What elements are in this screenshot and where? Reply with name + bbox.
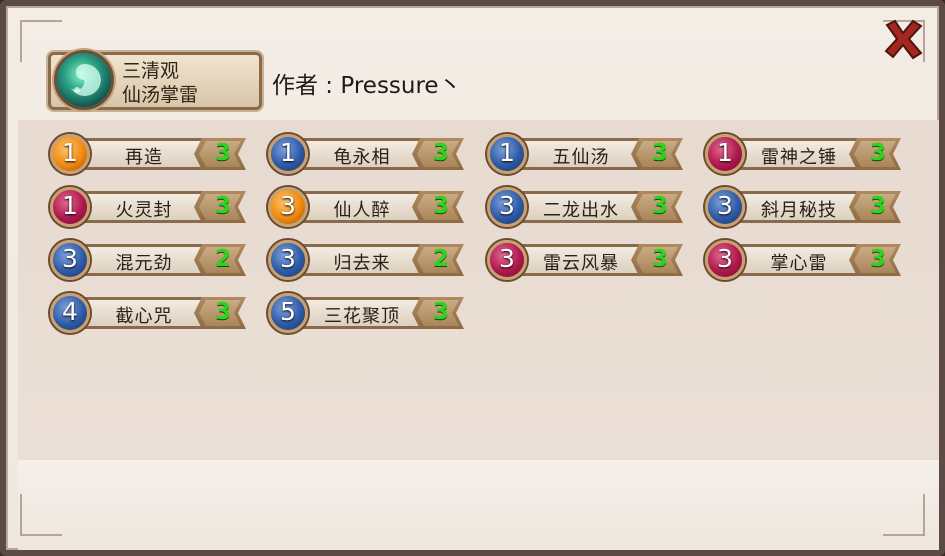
card-count: 3 [869, 246, 886, 272]
card-cost: 3 [717, 191, 733, 220]
card-entry[interactable]: 2 3 归去来 [260, 240, 464, 280]
panel-footer [18, 460, 939, 550]
card-cost: 3 [499, 191, 515, 220]
card-cost: 3 [280, 191, 296, 220]
card-cost: 4 [62, 297, 78, 326]
card-count: 3 [869, 140, 886, 166]
corner-ornament [883, 494, 925, 536]
card-name: 再造 [125, 147, 163, 168]
card-count: 3 [651, 193, 668, 219]
card-count: 3 [432, 193, 449, 219]
card-cost: 1 [62, 191, 78, 220]
class-name: 三清观 [122, 60, 180, 82]
card-name: 仙人醉 [333, 200, 391, 221]
card-cost: 3 [717, 244, 733, 273]
card-count: 3 [432, 140, 449, 166]
card-cost: 5 [280, 297, 296, 326]
card-entry[interactable]: 3 1 龟永相 [260, 134, 464, 174]
card-entry[interactable]: 3 3 掌心雷 [697, 240, 901, 280]
card-cost: 3 [280, 244, 296, 273]
card-count: 3 [214, 193, 231, 219]
card-entry[interactable]: 3 1 五仙汤 [479, 134, 683, 174]
card-cost: 3 [499, 244, 515, 273]
card-entry[interactable]: 3 4 截心咒 [42, 293, 246, 333]
card-cost: 1 [280, 138, 296, 167]
card-count: 3 [214, 140, 231, 166]
card-entry[interactable]: 3 1 再造 [42, 134, 246, 174]
card-entry[interactable]: 3 3 雷云风暴 [479, 240, 683, 280]
card-name: 五仙汤 [552, 147, 610, 168]
card-name: 截心咒 [115, 306, 173, 327]
card-count: 3 [651, 246, 668, 272]
card-cost: 1 [62, 138, 78, 167]
card-name: 归去来 [333, 253, 391, 274]
card-count: 3 [432, 299, 449, 325]
card-entry[interactable]: 3 1 雷神之锤 [697, 134, 901, 174]
card-name: 掌心雷 [770, 253, 828, 274]
card-count: 2 [432, 246, 449, 272]
card-name: 雷云风暴 [543, 253, 619, 274]
author-label: 作者 : Pressure丶 [272, 73, 462, 99]
card-cost: 1 [717, 138, 733, 167]
close-icon[interactable] [880, 18, 926, 60]
card-cost: 3 [62, 244, 78, 273]
card-name: 龟永相 [333, 147, 391, 168]
taoist-swirl-icon [54, 50, 114, 110]
card-cost: 1 [499, 138, 515, 167]
card-count: 3 [214, 299, 231, 325]
card-name: 三花聚顶 [324, 306, 400, 327]
corner-ornament [20, 494, 62, 536]
deck-name: 仙汤掌雷 [122, 84, 199, 106]
card-entry[interactable]: 3 5 三花聚顶 [260, 293, 464, 333]
card-name: 火灵封 [115, 200, 173, 221]
card-name: 二龙出水 [543, 200, 619, 221]
card-entry[interactable]: 3 1 火灵封 [42, 187, 246, 227]
card-entry[interactable]: 3 3 仙人醉 [260, 187, 464, 227]
card-count: 2 [214, 246, 231, 272]
card-name: 混元劲 [115, 253, 173, 274]
card-name: 雷神之锤 [761, 147, 837, 168]
card-entry[interactable]: 3 3 斜月秘技 [697, 187, 901, 227]
card-entry[interactable]: 2 3 混元劲 [42, 240, 246, 280]
card-name: 斜月秘技 [761, 200, 837, 221]
card-count: 3 [869, 193, 886, 219]
card-entry[interactable]: 3 3 二龙出水 [479, 187, 683, 227]
card-count: 3 [651, 140, 668, 166]
